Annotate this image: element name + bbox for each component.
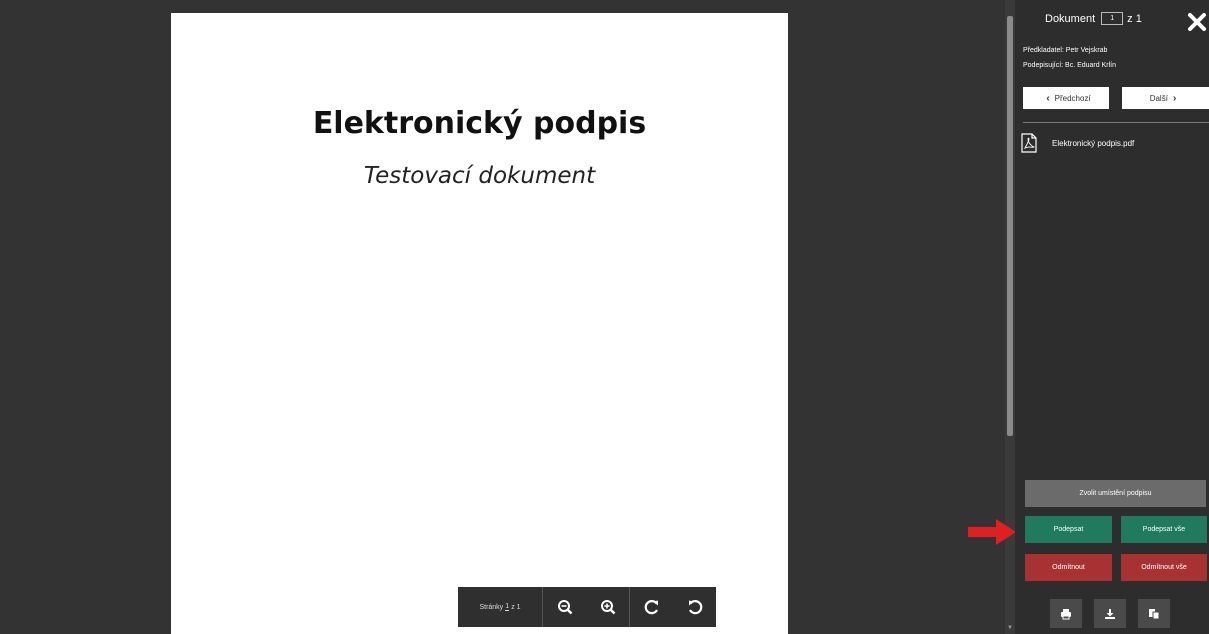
rotate-counterclockwise-button[interactable]	[673, 587, 716, 627]
document-counter: Dokument 1 z 1	[1045, 12, 1142, 25]
scrollbar-thumb[interactable]	[1007, 16, 1013, 436]
document-title: Elektronický podpis	[312, 106, 647, 141]
next-label: Další	[1149, 93, 1168, 103]
choose-signature-position-button[interactable]: Zvolit umístění podpisu	[1025, 480, 1206, 507]
signer-info: Podepisující: Bc. Eduard Krlín	[1023, 62, 1116, 69]
reject-button[interactable]: Odmítnout	[1025, 554, 1112, 581]
zoom-in-button[interactable]	[586, 587, 629, 627]
pdf-file-icon	[1021, 133, 1037, 153]
document-total: z 1	[1127, 12, 1142, 25]
close-icon[interactable]	[1187, 12, 1207, 32]
rotate-clockwise-icon	[644, 600, 658, 615]
document-label: Dokument	[1045, 12, 1096, 25]
previous-button[interactable]: ‹ Předchozí	[1023, 87, 1109, 109]
chevron-left-icon: ‹	[1046, 92, 1050, 104]
document-number-input[interactable]: 1	[1101, 12, 1124, 25]
red-arrow-icon	[968, 519, 1016, 545]
sign-all-button[interactable]: Podepsat vše	[1121, 516, 1207, 543]
submitter-info: Předkladatel: Petr Vejskrab	[1023, 47, 1108, 54]
document-viewer: Elektronický podpis Testovací dokument S…	[0, 0, 1005, 634]
copy-icon	[1149, 608, 1160, 619]
copy-button[interactable]	[1138, 599, 1170, 628]
download-icon	[1105, 608, 1115, 619]
file-name: Elektronický podpis.pdf	[1052, 138, 1135, 148]
signing-panel: Dokument 1 z 1 Předkladatel: Petr Vejskr…	[1015, 0, 1209, 634]
scroll-down-arrow[interactable]: ▼	[1006, 624, 1014, 632]
print-button[interactable]	[1050, 599, 1082, 628]
file-list-item[interactable]: Elektronický podpis.pdf	[1021, 133, 1134, 153]
zoom-out-icon	[557, 600, 572, 615]
page-number-input[interactable]: 1	[505, 603, 510, 611]
document-page: Elektronický podpis Testovací dokument	[171, 13, 788, 634]
document-subtitle: Testovací dokument	[363, 163, 596, 189]
rotate-counterclockwise-icon	[688, 600, 702, 615]
reject-all-button[interactable]: Odmítnout vše	[1121, 554, 1207, 581]
rotate-controls	[630, 587, 716, 627]
download-button[interactable]	[1094, 599, 1126, 628]
zoom-controls	[543, 587, 630, 627]
next-button[interactable]: Další ›	[1122, 87, 1209, 109]
pages-label: Stránky	[479, 603, 504, 611]
previous-label: Předchozí	[1054, 93, 1091, 103]
rotate-clockwise-button[interactable]	[630, 587, 673, 627]
print-icon	[1061, 608, 1071, 619]
divider	[1023, 122, 1209, 123]
page-total: z 1	[511, 603, 521, 611]
page-indicator: Stránky 1 z 1	[458, 587, 543, 627]
zoom-in-icon	[600, 600, 615, 615]
chevron-right-icon: ›	[1172, 92, 1177, 104]
sign-button[interactable]: Podepsat	[1025, 516, 1112, 543]
viewer-toolbar: Stránky 1 z 1	[458, 587, 716, 627]
zoom-out-button[interactable]	[543, 587, 586, 627]
